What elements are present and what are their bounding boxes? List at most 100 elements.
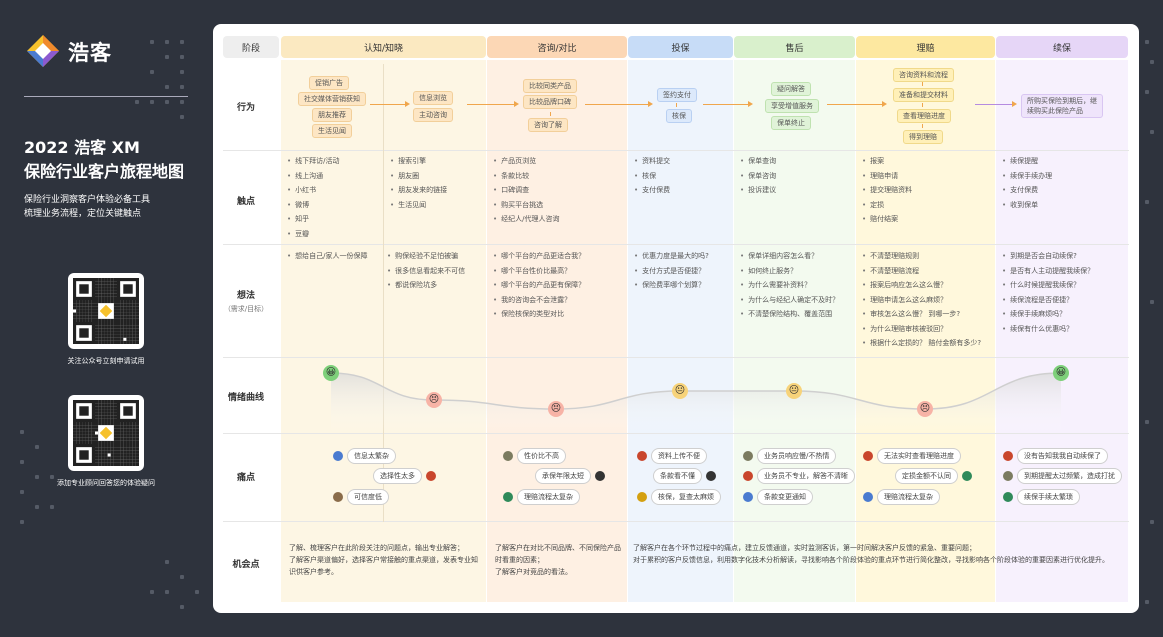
row-divider — [223, 244, 1129, 245]
brand-name: 浩客 — [68, 41, 112, 65]
stage-header-after: 售后 — [734, 36, 855, 58]
list-item: 续保流程是否便捷？ — [1002, 293, 1094, 308]
qr-code-consultant[interactable] — [68, 395, 144, 471]
stage-header-consult: 咨询/对比 — [487, 36, 627, 58]
user-avatar-icon — [1003, 492, 1013, 502]
list-item: 报案后响应怎么这么慢？ — [862, 278, 981, 293]
list-item: 定损 — [862, 198, 912, 213]
pain-point-tag: 信息太繁杂 — [347, 448, 396, 464]
user-avatar-icon — [333, 451, 343, 461]
qr-code-official-account[interactable] — [68, 273, 144, 349]
behavior-chip: 所购买保险到期后，继续购买此保险产品 — [1021, 94, 1103, 118]
list-item: 什么时候提醒我续保？ — [1002, 278, 1094, 293]
list-item: 理赔申请 — [862, 169, 912, 184]
row-label-thoughts-sub: （需求/目标） — [223, 305, 269, 313]
user-avatar-icon — [503, 492, 513, 502]
list-item: 线上沟通 — [287, 169, 340, 184]
user-avatar-icon — [743, 492, 753, 502]
flow-arrow — [370, 101, 410, 107]
pain-point-tag: 条款变更通知 — [757, 489, 813, 505]
row-label-emotion: 情绪曲线 — [227, 393, 264, 403]
list-item: 我的咨询会不会泄露？ — [493, 293, 585, 308]
background-dot — [1145, 420, 1149, 424]
behavior-chip: 咨询资料和流程 — [893, 68, 954, 82]
list-item: 支付方式是否便捷？ — [634, 264, 709, 279]
subtitle-line2: 梳理业务流程，定位关键触点 — [24, 209, 142, 219]
pain-point-tag: 选择性太多 — [373, 468, 422, 484]
list-item: 知乎 — [287, 212, 340, 227]
behavior-chip: 朋友推荐 — [312, 108, 352, 122]
opportunity-item: 了解客户对竞品的看法。 — [495, 568, 572, 576]
touchpoints-awareness-b: 搜索引擎朋友圈朋友发来的链接生活见闻 — [390, 154, 447, 212]
behavior-chip: 比较同类产品 — [523, 79, 577, 93]
emotion-face-icon: 😐 — [786, 383, 802, 399]
thoughts-claims: 不清楚理赔规则不清楚理赔流程报案后响应怎么这么慢？理赔申请怎么这么麻烦？审核怎么… — [862, 249, 981, 351]
pain-point-tag: 业务员响应慢/不热情 — [757, 448, 837, 464]
list-item: 投诉建议 — [740, 183, 776, 198]
list-item: 为什么与经纪人确定不及时？ — [740, 293, 839, 308]
user-avatar-icon — [503, 451, 513, 461]
row-divider — [223, 433, 1129, 434]
list-item: 审核怎么这么慢？ 到哪一步? — [862, 307, 981, 322]
behavior-chip: 查看理赔进度 — [897, 109, 951, 123]
opportunity-awareness: 了解、梳理客户在此阶段关注的问题点，输出专业解答； 了解客户渠道偏好，选择客户常… — [289, 542, 479, 578]
row-divider — [223, 150, 1129, 151]
user-avatar-icon — [1003, 451, 1013, 461]
behavior-chip: 促销广告 — [309, 76, 349, 90]
list-item: 续保手续麻烦吗？ — [1002, 307, 1094, 322]
pain-point-tag: 到期提醒太过频繁，造成打扰 — [1017, 468, 1122, 484]
list-item: 搜索引擎 — [390, 154, 447, 169]
emotion-face-icon: 😣 — [426, 392, 442, 408]
flow-arrow-down — [922, 82, 923, 86]
list-item: 微博 — [287, 198, 340, 213]
user-avatar-icon — [637, 492, 647, 502]
background-dot — [1145, 40, 1149, 44]
flow-arrow-down — [676, 103, 677, 107]
user-avatar-icon — [743, 471, 753, 481]
list-item: 保险费率哪个划算？ — [634, 278, 709, 293]
thoughts-awareness-a: 想给自己/家人一份保障 — [287, 249, 367, 264]
journey-map-panel: 阶段 认知/知晓 咨询/对比 投保 售后 理赔 续保 行为 触点 想法 （需求/目… — [213, 24, 1139, 613]
background-dot — [1150, 130, 1154, 134]
row-label-behavior: 行为 — [236, 103, 255, 113]
user-avatar-icon — [333, 492, 343, 502]
user-avatar-icon — [637, 451, 647, 461]
pain-point-tag: 资料上传不便 — [651, 448, 707, 464]
list-item: 续保手续办理 — [1002, 169, 1052, 184]
list-item: 经纪人/代理人咨询 — [493, 212, 559, 227]
list-item: 支付保费 — [634, 183, 670, 198]
list-item: 报案 — [862, 154, 912, 169]
opportunity-item: 了解客户渠道偏好，选择客户常接触的重点渠道，发表专业知识供客户参考。 — [289, 556, 478, 576]
pain-point-tag: 可信度低 — [347, 489, 389, 505]
list-item: 资料提交 — [634, 154, 670, 169]
background-dot — [1150, 520, 1154, 524]
emotion-face-icon: 😐 — [672, 383, 688, 399]
list-item: 口碑调查 — [493, 183, 560, 198]
list-item: 哪个平台的产品更适合我？ — [493, 249, 585, 264]
list-item: 朋友圈 — [390, 169, 447, 184]
behavior-chip: 生活见闻 — [312, 124, 352, 138]
list-item: 到期是否会自动续保? — [1002, 249, 1094, 264]
haoke-logo-icon — [27, 35, 59, 67]
row-label-thoughts-title: 想法 — [236, 291, 255, 301]
touchpoints-consult: 产品页浏览条款比较口碑调查购买平台挑选经纪人/代理人咨询 — [493, 154, 560, 227]
flow-arrow — [585, 101, 653, 107]
touchpoints-claims: 报案理赔申请提交理赔资料定损赔付结案 — [862, 154, 912, 227]
flow-arrow-down — [922, 103, 923, 107]
list-item: 想给自己/家人一份保障 — [287, 249, 367, 264]
flow-arrow — [467, 101, 519, 107]
pain-point-tag: 续保手续太繁琐 — [1017, 489, 1080, 505]
list-item: 哪个平台性价比最高？ — [493, 264, 585, 279]
thoughts-consult: 哪个平台的产品更适合我？哪个平台性价比最高？哪个平台的产品更有保障？我的咨询会不… — [493, 249, 585, 322]
pain-point-tag: 承保年限太短 — [535, 468, 591, 484]
pain-point-tag: 性价比不高 — [517, 448, 566, 464]
behavior-chip: 得到理赔 — [903, 130, 943, 144]
list-item: 保险核保的类型对比 — [493, 307, 585, 322]
stage-header-claims: 理赔 — [856, 36, 995, 58]
list-item: 线下拜访/活动 — [287, 154, 339, 169]
list-item: 保单查询 — [740, 154, 776, 169]
touchpoints-after: 保单查询保单咨询投诉建议 — [740, 154, 776, 198]
behavior-chip: 保单终止 — [771, 116, 811, 130]
pain-point-tag: 条款看不懂 — [653, 468, 702, 484]
header-stage-label: 阶段 — [223, 36, 279, 58]
